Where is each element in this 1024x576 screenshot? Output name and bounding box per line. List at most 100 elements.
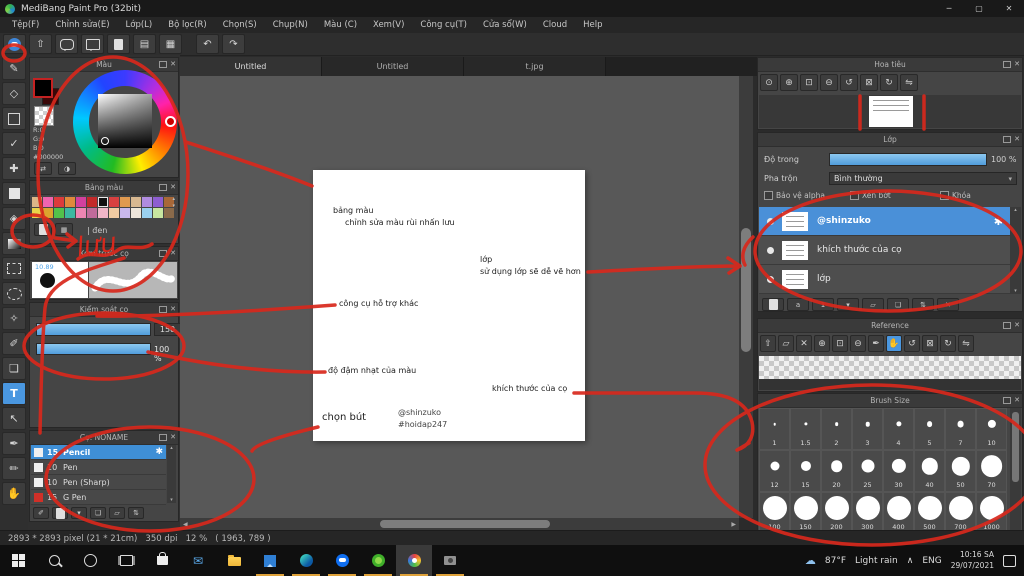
eraser-tool[interactable]: ◇ — [2, 82, 26, 105]
brush-size-cell-150[interactable]: 150 — [790, 492, 821, 534]
gear-icon[interactable]: ✱ — [994, 215, 1003, 228]
close-icon[interactable]: ✕ — [1014, 136, 1020, 143]
brush-size-cell-20[interactable]: 20 — [821, 450, 852, 492]
lock-checkbox[interactable]: Khóa — [940, 191, 971, 200]
brush-size-cell-25[interactable]: 25 — [852, 450, 883, 492]
palette-scrollbar[interactable]: ▴ ▾ — [172, 196, 175, 209]
color-panel-header[interactable]: Màu ✕ — [30, 58, 178, 72]
palette-swatch[interactable] — [98, 197, 108, 207]
brush-size-cell-70[interactable]: 70 — [976, 450, 1007, 492]
duplicate-brush-button[interactable]: ⇅ — [128, 507, 144, 519]
menu-item-9[interactable]: Cửa sổ(W) — [475, 20, 535, 30]
palette-swatch[interactable] — [120, 208, 130, 218]
saturation-value-square[interactable] — [98, 94, 152, 148]
popout-icon[interactable] — [159, 250, 168, 257]
brush-size-cell-700[interactable]: 700 — [945, 492, 976, 534]
menu-item-6[interactable]: Màu (C) — [316, 20, 365, 30]
palette-swatch[interactable] — [164, 208, 174, 218]
scroll-down-icon[interactable]: ▾ — [170, 497, 173, 503]
brush-size-cell-100[interactable]: 100 — [759, 492, 790, 534]
file-explorer-icon[interactable] — [216, 545, 252, 576]
fit-window-button[interactable]: ⊡ — [800, 74, 818, 91]
brush-size-cell-2[interactable]: 2 — [821, 408, 852, 450]
palette-swatch[interactable] — [76, 197, 86, 207]
popout-icon[interactable] — [1003, 61, 1012, 68]
popout-icon[interactable] — [159, 434, 168, 441]
clock[interactable]: 10:16 SA 29/07/2021 — [951, 550, 994, 571]
delete-layer-button[interactable]: ✕ — [937, 298, 959, 311]
tray-expand-icon[interactable]: ∧ — [907, 556, 914, 566]
undo-button[interactable]: ↶ — [196, 34, 219, 54]
minimize-button[interactable]: ─ — [934, 0, 964, 17]
brush-pen-button[interactable]: ✐ — [33, 507, 49, 519]
pen-tool[interactable]: ✎ — [2, 57, 26, 80]
palette-swatch[interactable] — [109, 208, 119, 218]
new-1bit-layer-button[interactable]: 1 — [812, 298, 834, 311]
medibang-icon[interactable] — [396, 545, 432, 576]
close-icon[interactable]: ✕ — [170, 306, 176, 313]
brush-menu-button[interactable]: ▾ — [71, 507, 87, 519]
select-tool[interactable] — [2, 182, 26, 205]
popout-icon[interactable] — [1003, 322, 1012, 329]
document-button[interactable] — [107, 34, 130, 54]
scroll-up-icon[interactable]: ▴ — [170, 445, 173, 451]
weather-desc[interactable]: Light rain — [855, 556, 898, 566]
transfer-layer-button[interactable]: ⇅ — [912, 298, 934, 311]
brush-size-cell-4[interactable]: 4 — [883, 408, 914, 450]
document-tab-1[interactable]: Untitled — [322, 57, 464, 76]
palette-swatch[interactable] — [131, 197, 141, 207]
foreground-color-swatch[interactable] — [33, 78, 53, 98]
operation-tool[interactable]: ↖ — [2, 407, 26, 430]
weather-temp[interactable]: 87°F — [825, 556, 846, 566]
lasso-tool[interactable] — [2, 282, 26, 305]
brush-opacity-slider[interactable] — [36, 343, 151, 355]
brush-folder-button[interactable]: ▱ — [109, 507, 125, 519]
menu-item-1[interactable]: Chỉnh sửa(E) — [47, 20, 117, 30]
layer-row-2[interactable]: lớp — [759, 265, 1011, 294]
close-icon[interactable]: ✕ — [170, 61, 176, 68]
reset-button[interactable]: ⊠ — [922, 335, 938, 352]
menu-item-0[interactable]: Tệp(F) — [4, 20, 47, 30]
palette-swatch[interactable] — [131, 208, 141, 218]
message-button[interactable] — [81, 34, 104, 54]
scroll-down-icon[interactable]: ▾ — [172, 203, 175, 209]
navigator-header[interactable]: Hoa tiêu ✕ — [758, 58, 1022, 72]
notification-center-icon[interactable] — [1003, 554, 1016, 567]
clipping-checkbox[interactable]: Xén bớt — [850, 191, 891, 200]
brush-size-cell-1.5[interactable]: 1.5 — [790, 408, 821, 450]
canvas-document[interactable]: bảng màu chỉnh sửa màu rùi nhấn lưu lớp … — [313, 170, 585, 441]
scroll-left-icon[interactable]: ◀ — [183, 521, 188, 528]
zalo-icon[interactable] — [324, 545, 360, 576]
brush-script-button[interactable]: ❏ — [90, 507, 106, 519]
blend-mode-select[interactable]: Bình thường ▾ — [829, 172, 1017, 185]
palette-swatch[interactable] — [32, 197, 42, 207]
visibility-icon[interactable] — [767, 217, 774, 225]
brush-size-cell-400[interactable]: 400 — [883, 492, 914, 534]
select-pen-tool[interactable]: ✐ — [2, 332, 26, 355]
palette-swatch[interactable] — [76, 208, 86, 218]
brush-list-scrollbar[interactable]: ▴ ▾ — [167, 445, 176, 503]
visibility-icon[interactable] — [767, 275, 774, 283]
move-tool[interactable]: ✚ — [2, 157, 26, 180]
color-wheel[interactable] — [73, 70, 177, 174]
close-icon[interactable]: ✕ — [170, 434, 176, 441]
palette-panel-header[interactable]: Bảng màu ✕ — [30, 181, 178, 195]
clear-button[interactable]: ✕ — [796, 335, 812, 352]
brush-size-cell-30[interactable]: 30 — [883, 450, 914, 492]
menu-item-4[interactable]: Chọn(S) — [215, 20, 265, 30]
swap-color-button[interactable]: ⇄ — [34, 162, 52, 175]
palette-swatch[interactable] — [87, 197, 97, 207]
menu-item-7[interactable]: Xem(V) — [365, 20, 412, 30]
brush-size-cell-5[interactable]: 5 — [914, 408, 945, 450]
brush-row-g-pen[interactable]: 15 G Pen — [31, 490, 166, 505]
menu-item-8[interactable]: Công cụ(T) — [412, 20, 475, 30]
protect-alpha-checkbox[interactable]: Bảo vệ alpha — [764, 191, 825, 200]
layer-opacity-slider[interactable] — [829, 153, 987, 166]
load-image-button[interactable]: ⇧ — [760, 335, 776, 352]
close-icon[interactable]: ✕ — [1014, 397, 1020, 404]
brush-size-slider[interactable] — [36, 323, 151, 336]
scroll-thumb[interactable] — [380, 520, 550, 528]
select-eraser-tool[interactable]: ❏ — [2, 357, 26, 380]
zoom-in-button[interactable]: ⊕ — [780, 74, 798, 91]
brush-size-cell-15[interactable]: 15 — [790, 450, 821, 492]
